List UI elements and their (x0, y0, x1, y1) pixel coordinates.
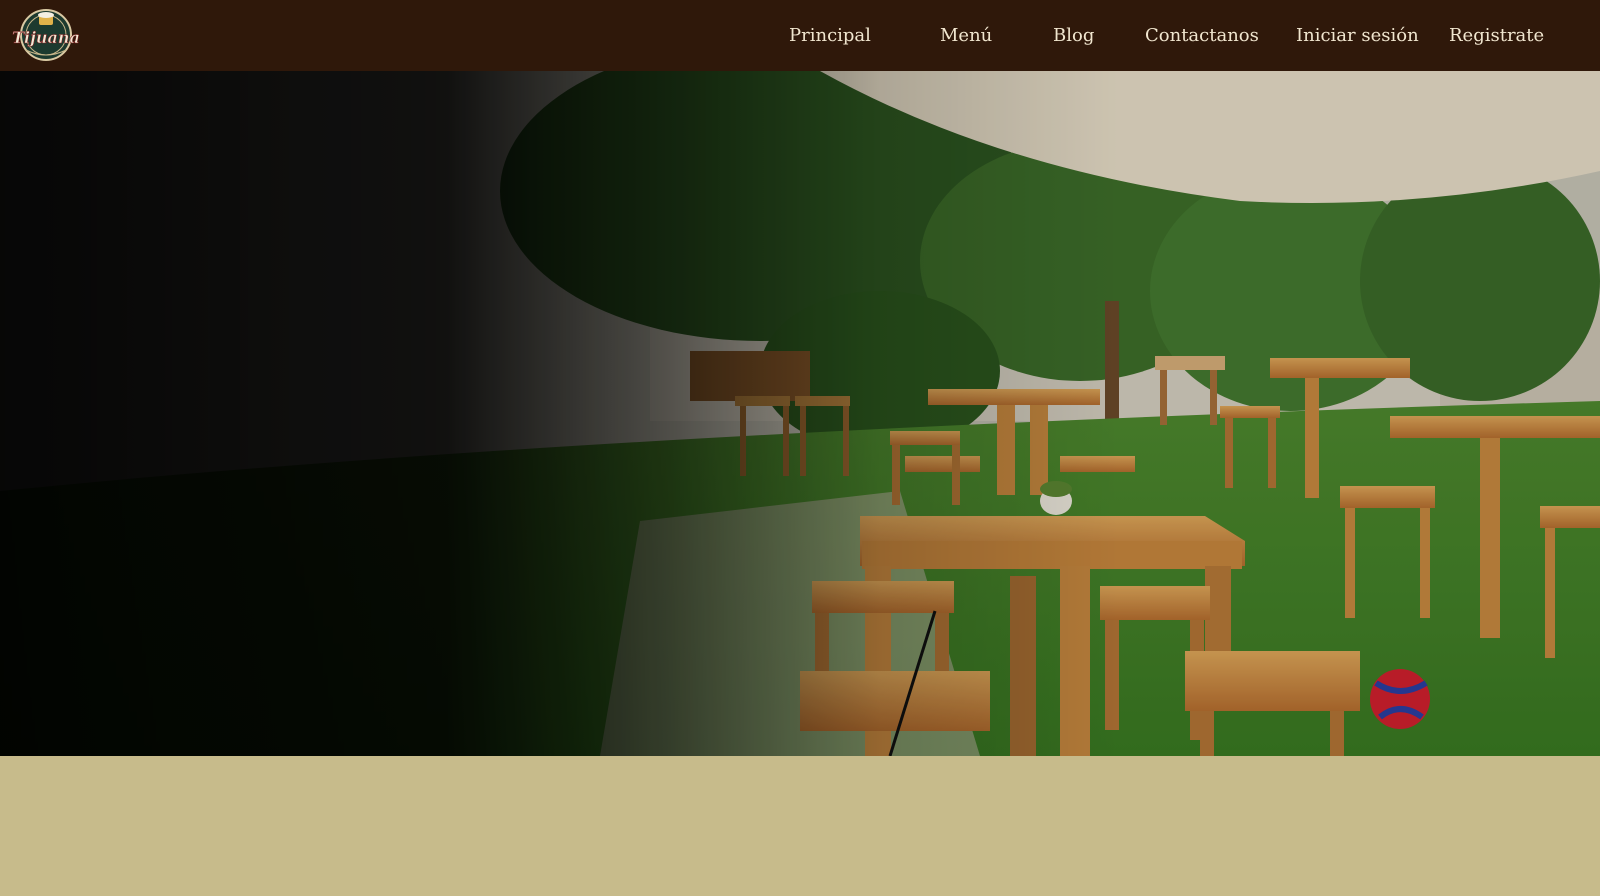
restaurant-logo[interactable]: Tijuana (8, 6, 84, 64)
nav-link-contactanos[interactable]: Contactanos (1145, 24, 1259, 48)
content-area (0, 756, 1600, 896)
top-navbar: Tijuana Principal Menú Blog Contactanos … (0, 0, 1600, 71)
logo-wordmark: Tijuana (12, 28, 80, 47)
nav-link-menu[interactable]: Menú (940, 24, 992, 48)
restaurant-logo-icon: Tijuana (12, 9, 80, 61)
nav-link-principal[interactable]: Principal (789, 24, 871, 48)
nav-link-registrate[interactable]: Registrate (1449, 24, 1544, 48)
outdoor-wooden-tables-image (0, 71, 1600, 756)
nav-link-blog[interactable]: Blog (1053, 24, 1094, 48)
nav-link-iniciar-sesion[interactable]: Iniciar sesión (1296, 24, 1419, 48)
hero-banner (0, 71, 1600, 756)
